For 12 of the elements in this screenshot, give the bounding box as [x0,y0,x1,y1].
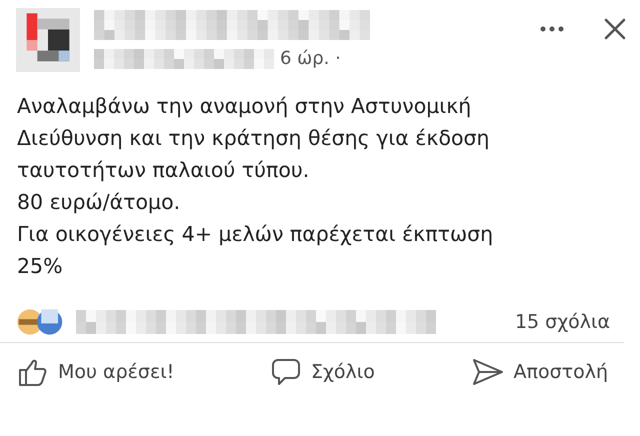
paper-plane-icon [472,357,504,387]
comment-count[interactable]: 15 σχόλια [514,311,610,333]
more-icon[interactable] [540,26,564,32]
close-icon[interactable] [604,18,626,40]
share-button[interactable]: Αποστολή [470,353,610,391]
post-text: Αναλαμβάνω την αναμονή στην Αστυνομική Διεύθυνση και την κράτηση θέσης για έκδοση ταυτοτήτων παλαιού τύπου. 80 ευρώ/άτομο. Για οικογένειες 4+ μελών παρέχεται έκπτωση 25% [16,93,494,280]
post-time: 6 ώρ. · [280,48,341,69]
speech-bubble-icon [270,357,301,387]
avatar-drawing [16,8,80,72]
comment-button[interactable]: Σχόλιο [268,353,377,391]
like-button[interactable]: Μου αρέσει! [16,353,176,391]
thumbs-up-icon [18,357,48,387]
